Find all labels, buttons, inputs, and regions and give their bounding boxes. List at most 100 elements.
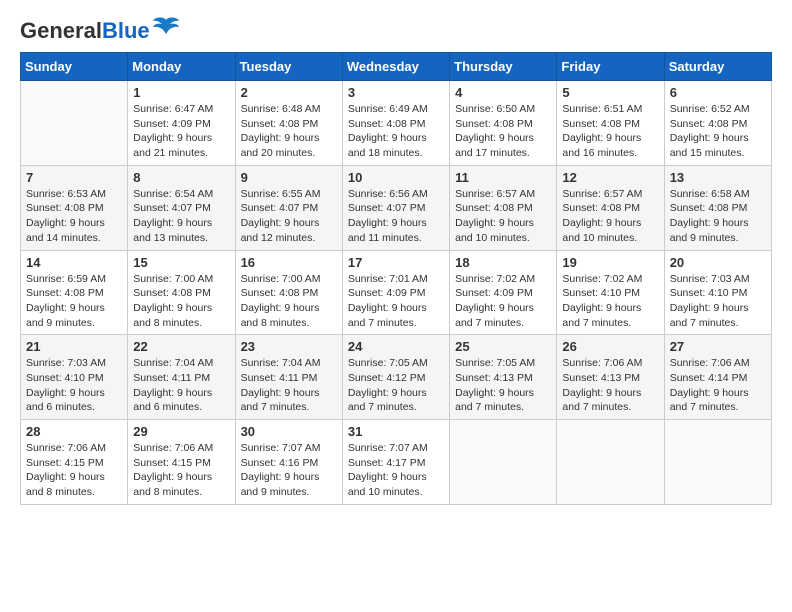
calendar-cell: 19Sunrise: 7:02 AMSunset: 4:10 PMDayligh…: [557, 250, 664, 335]
day-info: Sunrise: 6:59 AMSunset: 4:08 PMDaylight:…: [26, 272, 122, 331]
calendar-cell: [664, 420, 771, 505]
day-number: 11: [455, 170, 551, 185]
day-number: 31: [348, 424, 444, 439]
day-number: 16: [241, 255, 337, 270]
day-info: Sunrise: 7:05 AMSunset: 4:13 PMDaylight:…: [455, 356, 551, 415]
calendar-cell: 9 Sunrise: 6:55 AMSunset: 4:07 PMDaylight…: [235, 165, 342, 250]
day-number: 14: [26, 255, 122, 270]
logo-blue: Blue: [102, 18, 150, 43]
day-number: 6: [670, 85, 766, 100]
day-info: Sunrise: 7:02 AMSunset: 4:09 PMDaylight:…: [455, 272, 551, 331]
day-number: 10: [348, 170, 444, 185]
calendar-table: SundayMondayTuesdayWednesdayThursdayFrid…: [20, 52, 772, 505]
day-number: 19: [562, 255, 658, 270]
day-number: 30: [241, 424, 337, 439]
day-number: 26: [562, 339, 658, 354]
day-info: Sunrise: 6:47 AMSunset: 4:09 PMDaylight:…: [133, 102, 229, 161]
weekday-header-monday: Monday: [128, 53, 235, 81]
calendar-cell: 11 Sunrise: 6:57 AMSunset: 4:08 PMDayligh…: [450, 165, 557, 250]
calendar-cell: 17 Sunrise: 7:01 AMSunset: 4:09 PMDayligh…: [342, 250, 449, 335]
calendar-cell: 21Sunrise: 7:03 AMSunset: 4:10 PMDayligh…: [21, 335, 128, 420]
calendar-cell: 30Sunrise: 7:07 AMSunset: 4:16 PMDayligh…: [235, 420, 342, 505]
calendar-cell: 8Sunrise: 6:54 AMSunset: 4:07 PMDaylight…: [128, 165, 235, 250]
page-header: GeneralBlue: [20, 20, 772, 42]
day-number: 5: [562, 85, 658, 100]
calendar-cell: 28 Sunrise: 7:06 AMSunset: 4:15 PMDayligh…: [21, 420, 128, 505]
weekday-header-tuesday: Tuesday: [235, 53, 342, 81]
calendar-cell: 18Sunrise: 7:02 AMSunset: 4:09 PMDayligh…: [450, 250, 557, 335]
day-info: Sunrise: 7:06 AMSunset: 4:13 PMDaylight:…: [562, 356, 658, 415]
day-number: 23: [241, 339, 337, 354]
day-number: 9: [241, 170, 337, 185]
calendar-cell: [557, 420, 664, 505]
day-info: Sunrise: 6:48 AMSunset: 4:08 PMDaylight:…: [241, 102, 337, 161]
calendar-cell: 13 Sunrise: 6:58 AMSunset: 4:08 PMDayligh…: [664, 165, 771, 250]
calendar-cell: 14 Sunrise: 6:59 AMSunset: 4:08 PMDayligh…: [21, 250, 128, 335]
day-info: Sunrise: 7:04 AMSunset: 4:11 PMDaylight:…: [241, 356, 337, 415]
day-info: Sunrise: 6:50 AMSunset: 4:08 PMDaylight:…: [455, 102, 551, 161]
logo: GeneralBlue: [20, 20, 180, 42]
day-info: Sunrise: 6:57 AMSunset: 4:08 PMDaylight:…: [562, 187, 658, 246]
day-number: 28: [26, 424, 122, 439]
day-info: Sunrise: 7:03 AMSunset: 4:10 PMDaylight:…: [26, 356, 122, 415]
day-info: Sunrise: 6:56 AMSunset: 4:07 PMDaylight:…: [348, 187, 444, 246]
calendar-cell: 5 Sunrise: 6:51 AMSunset: 4:08 PMDaylight…: [557, 81, 664, 166]
day-number: 8: [133, 170, 229, 185]
calendar-week-row: 7 Sunrise: 6:53 AMSunset: 4:08 PMDaylight…: [21, 165, 772, 250]
calendar-cell: 15 Sunrise: 7:00 AMSunset: 4:08 PMDayligh…: [128, 250, 235, 335]
weekday-header-wednesday: Wednesday: [342, 53, 449, 81]
day-number: 15: [133, 255, 229, 270]
day-info: Sunrise: 6:49 AMSunset: 4:08 PMDaylight:…: [348, 102, 444, 161]
calendar-cell: 2 Sunrise: 6:48 AMSunset: 4:08 PMDaylight…: [235, 81, 342, 166]
logo-bird-icon: [152, 16, 180, 38]
calendar-cell: 6 Sunrise: 6:52 AMSunset: 4:08 PMDaylight…: [664, 81, 771, 166]
logo-general: General: [20, 18, 102, 43]
day-info: Sunrise: 6:51 AMSunset: 4:08 PMDaylight:…: [562, 102, 658, 161]
day-info: Sunrise: 6:58 AMSunset: 4:08 PMDaylight:…: [670, 187, 766, 246]
calendar-cell: 1Sunrise: 6:47 AMSunset: 4:09 PMDaylight…: [128, 81, 235, 166]
day-info: Sunrise: 7:05 AMSunset: 4:12 PMDaylight:…: [348, 356, 444, 415]
weekday-header-sunday: Sunday: [21, 53, 128, 81]
weekday-header-row: SundayMondayTuesdayWednesdayThursdayFrid…: [21, 53, 772, 81]
day-info: Sunrise: 6:55 AMSunset: 4:07 PMDaylight:…: [241, 187, 337, 246]
calendar-week-row: 28 Sunrise: 7:06 AMSunset: 4:15 PMDayligh…: [21, 420, 772, 505]
day-info: Sunrise: 6:52 AMSunset: 4:08 PMDaylight:…: [670, 102, 766, 161]
calendar-cell: 12 Sunrise: 6:57 AMSunset: 4:08 PMDayligh…: [557, 165, 664, 250]
day-number: 2: [241, 85, 337, 100]
day-info: Sunrise: 7:03 AMSunset: 4:10 PMDaylight:…: [670, 272, 766, 331]
day-number: 13: [670, 170, 766, 185]
calendar-cell: 3 Sunrise: 6:49 AMSunset: 4:08 PMDaylight…: [342, 81, 449, 166]
weekday-header-friday: Friday: [557, 53, 664, 81]
calendar-cell: 4 Sunrise: 6:50 AMSunset: 4:08 PMDaylight…: [450, 81, 557, 166]
weekday-header-thursday: Thursday: [450, 53, 557, 81]
day-number: 17: [348, 255, 444, 270]
calendar-cell: 23 Sunrise: 7:04 AMSunset: 4:11 PMDayligh…: [235, 335, 342, 420]
calendar-cell: 20 Sunrise: 7:03 AMSunset: 4:10 PMDayligh…: [664, 250, 771, 335]
day-number: 3: [348, 85, 444, 100]
day-number: 7: [26, 170, 122, 185]
day-number: 22: [133, 339, 229, 354]
day-info: Sunrise: 7:04 AMSunset: 4:11 PMDaylight:…: [133, 356, 229, 415]
calendar-cell: 10 Sunrise: 6:56 AMSunset: 4:07 PMDayligh…: [342, 165, 449, 250]
day-number: 12: [562, 170, 658, 185]
day-number: 25: [455, 339, 551, 354]
calendar-week-row: 21Sunrise: 7:03 AMSunset: 4:10 PMDayligh…: [21, 335, 772, 420]
calendar-cell: 29Sunrise: 7:06 AMSunset: 4:15 PMDayligh…: [128, 420, 235, 505]
day-info: Sunrise: 6:53 AMSunset: 4:08 PMDaylight:…: [26, 187, 122, 246]
day-info: Sunrise: 7:06 AMSunset: 4:15 PMDaylight:…: [26, 441, 122, 500]
day-number: 24: [348, 339, 444, 354]
day-number: 29: [133, 424, 229, 439]
day-info: Sunrise: 6:57 AMSunset: 4:08 PMDaylight:…: [455, 187, 551, 246]
day-number: 4: [455, 85, 551, 100]
day-info: Sunrise: 7:00 AMSunset: 4:08 PMDaylight:…: [133, 272, 229, 331]
day-number: 20: [670, 255, 766, 270]
calendar-cell: 24 Sunrise: 7:05 AMSunset: 4:12 PMDayligh…: [342, 335, 449, 420]
calendar-cell: [450, 420, 557, 505]
day-number: 27: [670, 339, 766, 354]
calendar-cell: 27Sunrise: 7:06 AMSunset: 4:14 PMDayligh…: [664, 335, 771, 420]
day-info: Sunrise: 7:00 AMSunset: 4:08 PMDaylight:…: [241, 272, 337, 331]
day-info: Sunrise: 7:07 AMSunset: 4:17 PMDaylight:…: [348, 441, 444, 500]
calendar-cell: [21, 81, 128, 166]
calendar-week-row: 14 Sunrise: 6:59 AMSunset: 4:08 PMDayligh…: [21, 250, 772, 335]
day-info: Sunrise: 7:01 AMSunset: 4:09 PMDaylight:…: [348, 272, 444, 331]
